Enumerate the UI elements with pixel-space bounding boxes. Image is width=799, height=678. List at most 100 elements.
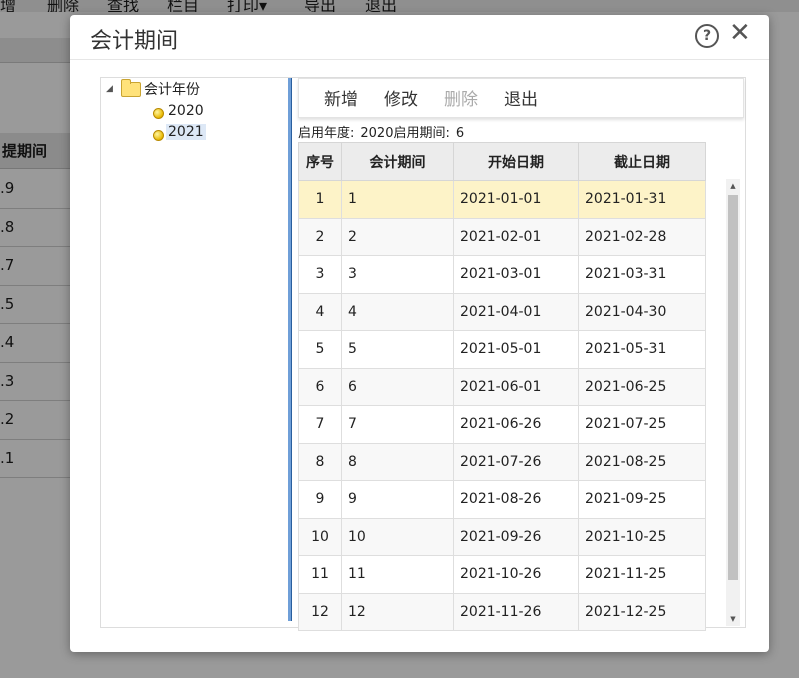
cell-start-date: 2021-03-01 — [453, 255, 579, 294]
cell-end-date: 2021-12-25 — [578, 592, 706, 631]
background-row: .1 — [0, 440, 72, 478]
cell-period: 8 — [341, 442, 454, 481]
cell-index: 4 — [298, 292, 342, 331]
cell-period: 1 — [341, 180, 454, 219]
start-year-label: 启用年度: — [298, 126, 355, 141]
column-header-end-date[interactable]: 截止日期 — [578, 142, 706, 181]
table-row[interactable]: 10 10 2021-09-26 2021-10-25 — [298, 517, 706, 556]
cell-period: 2 — [341, 217, 454, 256]
bg-toolbar-delete: 删除 — [47, 0, 80, 12]
cell-start-date: 2021-06-26 — [453, 405, 579, 444]
bg-toolbar-find: 查找 — [107, 0, 140, 12]
cell-start-date: 2021-02-01 — [453, 217, 579, 256]
cell-period: 4 — [341, 292, 454, 331]
scroll-thumb[interactable] — [728, 195, 738, 580]
cell-end-date: 2021-10-25 — [578, 517, 706, 556]
help-icon[interactable]: ? — [695, 24, 719, 48]
table-row[interactable]: 4 4 2021-04-01 2021-04-30 — [298, 292, 706, 331]
bg-toolbar-export: 导出 — [304, 0, 337, 12]
cell-start-date: 2021-04-01 — [453, 292, 579, 331]
table-row[interactable]: 1 1 2021-01-01 2021-01-31 — [298, 180, 706, 219]
year-tree: ◢ 会计年份 2020 2021 — [101, 78, 287, 627]
cell-index: 8 — [298, 442, 342, 481]
cell-index: 11 — [298, 555, 342, 594]
table-row[interactable]: 6 6 2021-06-01 2021-06-25 — [298, 367, 706, 406]
cell-start-date: 2021-07-26 — [453, 442, 579, 481]
year-leaf-icon — [153, 108, 164, 119]
edit-button[interactable]: 修改 — [384, 85, 418, 110]
background-row: .9 — [0, 170, 72, 209]
tree-root-node[interactable]: ◢ 会计年份 — [101, 78, 281, 100]
period-info: 启用年度: 2020启用期间: 6 — [298, 122, 470, 141]
cell-index: 9 — [298, 480, 342, 519]
background-row: .7 — [0, 247, 72, 286]
background-row: .8 — [0, 209, 72, 247]
tree-item-2021[interactable]: 2021 — [151, 124, 211, 144]
period-toolbar: 新增 修改 删除 退出 — [298, 78, 744, 118]
table-header-row: 序号 会计期间 开始日期 截止日期 — [298, 142, 706, 181]
scroll-down-arrow-icon[interactable]: ▼ — [726, 612, 740, 626]
tree-item-label: 2020 — [168, 103, 204, 119]
column-header-start-date[interactable]: 开始日期 — [453, 142, 579, 181]
table-row[interactable]: 11 11 2021-10-26 2021-11-25 — [298, 555, 706, 594]
cell-start-date: 2021-10-26 — [453, 555, 579, 594]
delete-button[interactable]: 删除 — [444, 85, 478, 110]
start-year-value: 2020 — [360, 126, 394, 141]
column-header-period[interactable]: 会计期间 — [341, 142, 454, 181]
table-row[interactable]: 7 7 2021-06-26 2021-07-25 — [298, 405, 706, 444]
table-row[interactable]: 9 9 2021-08-26 2021-09-25 — [298, 480, 706, 519]
table-row[interactable]: 5 5 2021-05-01 2021-05-31 — [298, 330, 706, 369]
cell-start-date: 2021-06-01 — [453, 367, 579, 406]
tree-item-2020[interactable]: 2020 — [151, 102, 211, 122]
exit-button[interactable]: 退出 — [504, 85, 538, 110]
cell-index: 1 — [298, 180, 342, 219]
dialog-title: 会计期间 — [90, 29, 179, 54]
cell-index: 6 — [298, 367, 342, 406]
start-period-value: 6 — [455, 126, 465, 141]
background-header-strip — [0, 38, 72, 63]
dialog-title-bar[interactable]: 会计期间 ? ✕ — [70, 15, 769, 60]
cell-start-date: 2021-08-26 — [453, 480, 579, 519]
background-row: .2 — [0, 401, 72, 440]
cell-period: 9 — [341, 480, 454, 519]
cell-end-date: 2021-11-25 — [578, 555, 706, 594]
accounting-period-dialog: 会计期间 ? ✕ ◢ 会计年份 2020 2021 新增 修改 删除 退出 启用… — [70, 15, 769, 652]
tree-collapse-icon[interactable]: ◢ — [106, 84, 113, 94]
table-row[interactable]: 2 2 2021-02-01 2021-02-28 — [298, 217, 706, 256]
cell-start-date: 2021-05-01 — [453, 330, 579, 369]
scroll-up-arrow-icon[interactable]: ▲ — [726, 179, 740, 193]
column-header-index[interactable]: 序号 — [298, 142, 342, 181]
table-row[interactable]: 3 3 2021-03-01 2021-03-31 — [298, 255, 706, 294]
table-row[interactable]: 8 8 2021-07-26 2021-08-25 — [298, 442, 706, 481]
cell-end-date: 2021-02-28 — [578, 217, 706, 256]
background-column-header: 提期间 — [0, 133, 72, 169]
cell-period: 5 — [341, 330, 454, 369]
bg-toolbar-add: 增 — [0, 0, 17, 12]
cell-index: 10 — [298, 517, 342, 556]
cell-end-date: 2021-03-31 — [578, 255, 706, 294]
background-row: .3 — [0, 363, 72, 401]
background-row: .4 — [0, 324, 72, 363]
start-period-label: 启用期间: — [393, 126, 450, 141]
cell-period: 3 — [341, 255, 454, 294]
table-row[interactable]: 12 12 2021-11-26 2021-12-25 — [298, 592, 706, 631]
year-leaf-icon — [153, 130, 164, 141]
bg-toolbar-columns: 栏目 — [167, 0, 200, 12]
cell-index: 2 — [298, 217, 342, 256]
cell-end-date: 2021-04-30 — [578, 292, 706, 331]
tree-item-label: 2021 — [166, 124, 206, 140]
grid-scrollbar[interactable]: ▲ ▼ — [726, 179, 740, 626]
panel-splitter[interactable] — [288, 78, 292, 621]
cell-period: 12 — [341, 592, 454, 631]
cell-end-date: 2021-06-25 — [578, 367, 706, 406]
add-button[interactable]: 新增 — [324, 85, 358, 110]
cell-end-date: 2021-07-25 — [578, 405, 706, 444]
close-icon[interactable]: ✕ — [729, 18, 751, 48]
cell-period: 7 — [341, 405, 454, 444]
cell-start-date: 2021-11-26 — [453, 592, 579, 631]
cell-start-date: 2021-01-01 — [453, 180, 579, 219]
background-row: .5 — [0, 286, 72, 324]
bg-toolbar-exit: 退出 — [365, 0, 398, 12]
cell-index: 7 — [298, 405, 342, 444]
period-grid: 序号 会计期间 开始日期 截止日期 1 1 2021-01-01 2021-01-31… — [298, 142, 706, 631]
